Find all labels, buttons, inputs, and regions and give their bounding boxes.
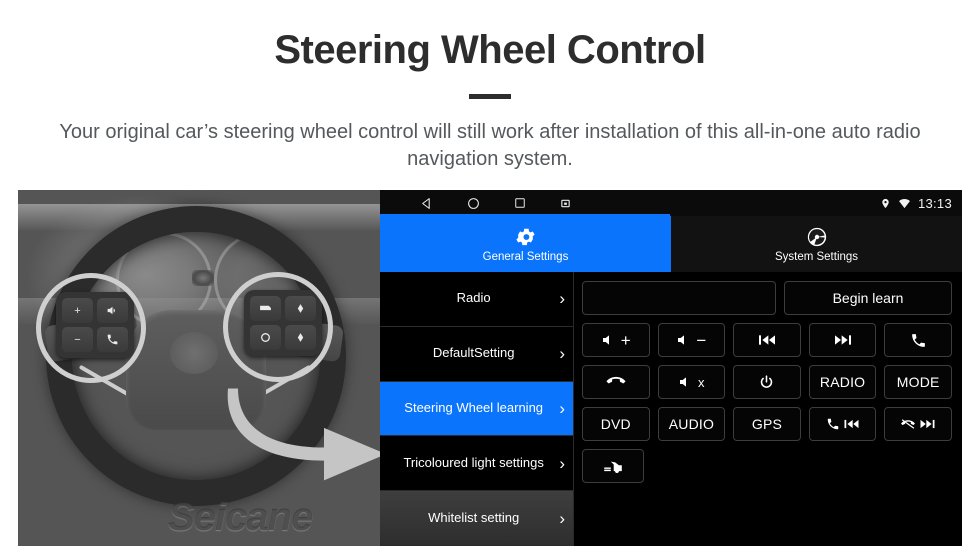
menu-item-radio[interactable]: Radio › bbox=[380, 272, 573, 327]
phone-hangup-icon bbox=[900, 417, 916, 431]
key-call-answer[interactable] bbox=[884, 323, 952, 357]
back-icon[interactable] bbox=[420, 197, 433, 210]
key-previous-track[interactable] bbox=[733, 323, 801, 357]
prev-track-icon bbox=[843, 417, 860, 431]
key-dvd[interactable]: DVD bbox=[582, 407, 650, 441]
key-volume-down[interactable]: − bbox=[657, 323, 726, 357]
phone-icon bbox=[826, 417, 840, 431]
key-audio[interactable]: AUDIO bbox=[657, 407, 726, 441]
android-status-bar: 13:13 bbox=[380, 190, 962, 216]
key-call-hangup[interactable] bbox=[582, 365, 650, 399]
chevron-right-icon: › bbox=[559, 508, 565, 528]
menu-item-label: Steering Wheel learning bbox=[404, 400, 544, 416]
menu-item-label: Whitelist setting bbox=[428, 509, 520, 525]
car-icon bbox=[602, 457, 624, 475]
status-clock: 13:13 bbox=[917, 195, 952, 211]
highlight-circle-left bbox=[36, 273, 146, 383]
speaker-icon bbox=[601, 332, 617, 348]
key-mute[interactable]: x bbox=[657, 365, 726, 399]
panel-row-1: + − bbox=[582, 323, 952, 357]
airbag-emblem bbox=[170, 332, 218, 374]
header: Steering Wheel Control Your original car… bbox=[0, 0, 980, 173]
tab-general-settings[interactable]: General Settings bbox=[380, 216, 671, 272]
head-unit-screen: 13:13 General Settings System Settings R… bbox=[380, 190, 962, 546]
key-hangup-next[interactable] bbox=[884, 407, 952, 441]
key-call-previous[interactable] bbox=[808, 407, 877, 441]
chevron-right-icon: › bbox=[559, 344, 565, 364]
menu-item-label: Tricoloured light settings bbox=[403, 454, 544, 470]
speaker-icon bbox=[678, 374, 694, 390]
menu-item-defaultsetting[interactable]: DefaultSetting › bbox=[380, 327, 573, 382]
key-volume-up[interactable]: + bbox=[582, 323, 650, 357]
key-car-settings[interactable] bbox=[582, 449, 644, 483]
yellow-arrow-icon bbox=[227, 388, 380, 481]
panel-row-top: Begin learn bbox=[582, 281, 952, 315]
key-gps-label: GPS bbox=[751, 416, 783, 432]
panel-row-2: x RADIO MODE bbox=[582, 365, 952, 399]
highlight-circle-right bbox=[223, 272, 333, 382]
key-gps[interactable]: GPS bbox=[733, 407, 801, 441]
chevron-right-icon: › bbox=[559, 289, 565, 309]
recents-icon[interactable] bbox=[514, 197, 526, 209]
steering-wheel-photo: + − Seicane bbox=[18, 190, 380, 546]
key-next-track[interactable] bbox=[808, 323, 877, 357]
composite-panel: + − Seicane 13:13 General Settings Syste… bbox=[18, 190, 962, 546]
next-track-icon bbox=[833, 332, 853, 348]
menu-item-whitelist-setting[interactable]: Whitelist setting › bbox=[380, 491, 573, 546]
menu-item-steering-wheel-learning[interactable]: Steering Wheel learning › bbox=[380, 381, 573, 437]
chevron-right-icon: › bbox=[559, 453, 565, 473]
gear-icon bbox=[515, 226, 537, 248]
key-radio-label: RADIO bbox=[819, 374, 866, 390]
screenshot-icon[interactable] bbox=[560, 198, 571, 209]
prev-track-icon bbox=[757, 332, 777, 348]
settings-tabs: General Settings System Settings bbox=[380, 216, 962, 272]
phone-hangup-icon bbox=[605, 374, 627, 390]
chevron-right-icon: › bbox=[559, 398, 565, 418]
page-root: Steering Wheel Control Your original car… bbox=[0, 0, 980, 546]
key-radio[interactable]: RADIO bbox=[808, 365, 877, 399]
key-dvd-label: DVD bbox=[600, 416, 631, 432]
panel-row-3: DVD AUDIO GPS bbox=[582, 407, 952, 441]
begin-learn-button[interactable]: Begin learn bbox=[784, 281, 952, 315]
key-mode[interactable]: MODE bbox=[884, 365, 952, 399]
speaker-icon bbox=[676, 332, 692, 348]
home-icon[interactable] bbox=[467, 197, 480, 210]
steering-wheel-learning-panel: Begin learn + − x RADIO MODE DVD AUDIO G… bbox=[574, 272, 962, 546]
phone-icon bbox=[910, 332, 927, 349]
tab-system-settings[interactable]: System Settings bbox=[671, 216, 962, 272]
key-audio-label: AUDIO bbox=[668, 416, 715, 432]
wifi-icon bbox=[898, 198, 911, 209]
next-track-icon bbox=[919, 417, 936, 431]
learn-key-input[interactable] bbox=[582, 281, 776, 315]
location-pin-icon bbox=[880, 197, 891, 210]
key-power[interactable] bbox=[733, 365, 801, 399]
menu-item-label: Radio bbox=[456, 290, 491, 306]
title-divider bbox=[469, 94, 511, 99]
plus-glyph: + bbox=[620, 330, 631, 350]
power-icon bbox=[758, 374, 775, 391]
panel-row-4 bbox=[582, 449, 952, 483]
menu-item-label: DefaultSetting bbox=[432, 345, 515, 361]
begin-learn-label: Begin learn bbox=[832, 290, 904, 306]
statusbar-accent-line bbox=[380, 214, 670, 216]
settings-body: Radio › DefaultSetting › Steering Wheel … bbox=[380, 272, 962, 546]
x-glyph: x bbox=[698, 374, 705, 390]
menu-item-tricoloured-light-settings[interactable]: Tricoloured light settings › bbox=[380, 436, 573, 492]
key-mode-label: MODE bbox=[896, 374, 940, 390]
settings-menu-list: Radio › DefaultSetting › Steering Wheel … bbox=[380, 272, 574, 546]
status-indicators: 13:13 bbox=[880, 196, 952, 211]
page-title: Steering Wheel Control bbox=[274, 28, 706, 72]
tab-general-settings-label: General Settings bbox=[482, 250, 569, 263]
page-subtitle: Your original car’s steering wheel contr… bbox=[59, 121, 921, 170]
aperture-swirl-icon bbox=[806, 226, 828, 248]
tab-system-settings-label: System Settings bbox=[774, 250, 859, 263]
android-nav-keys bbox=[420, 197, 571, 210]
minus-glyph: − bbox=[696, 330, 707, 350]
